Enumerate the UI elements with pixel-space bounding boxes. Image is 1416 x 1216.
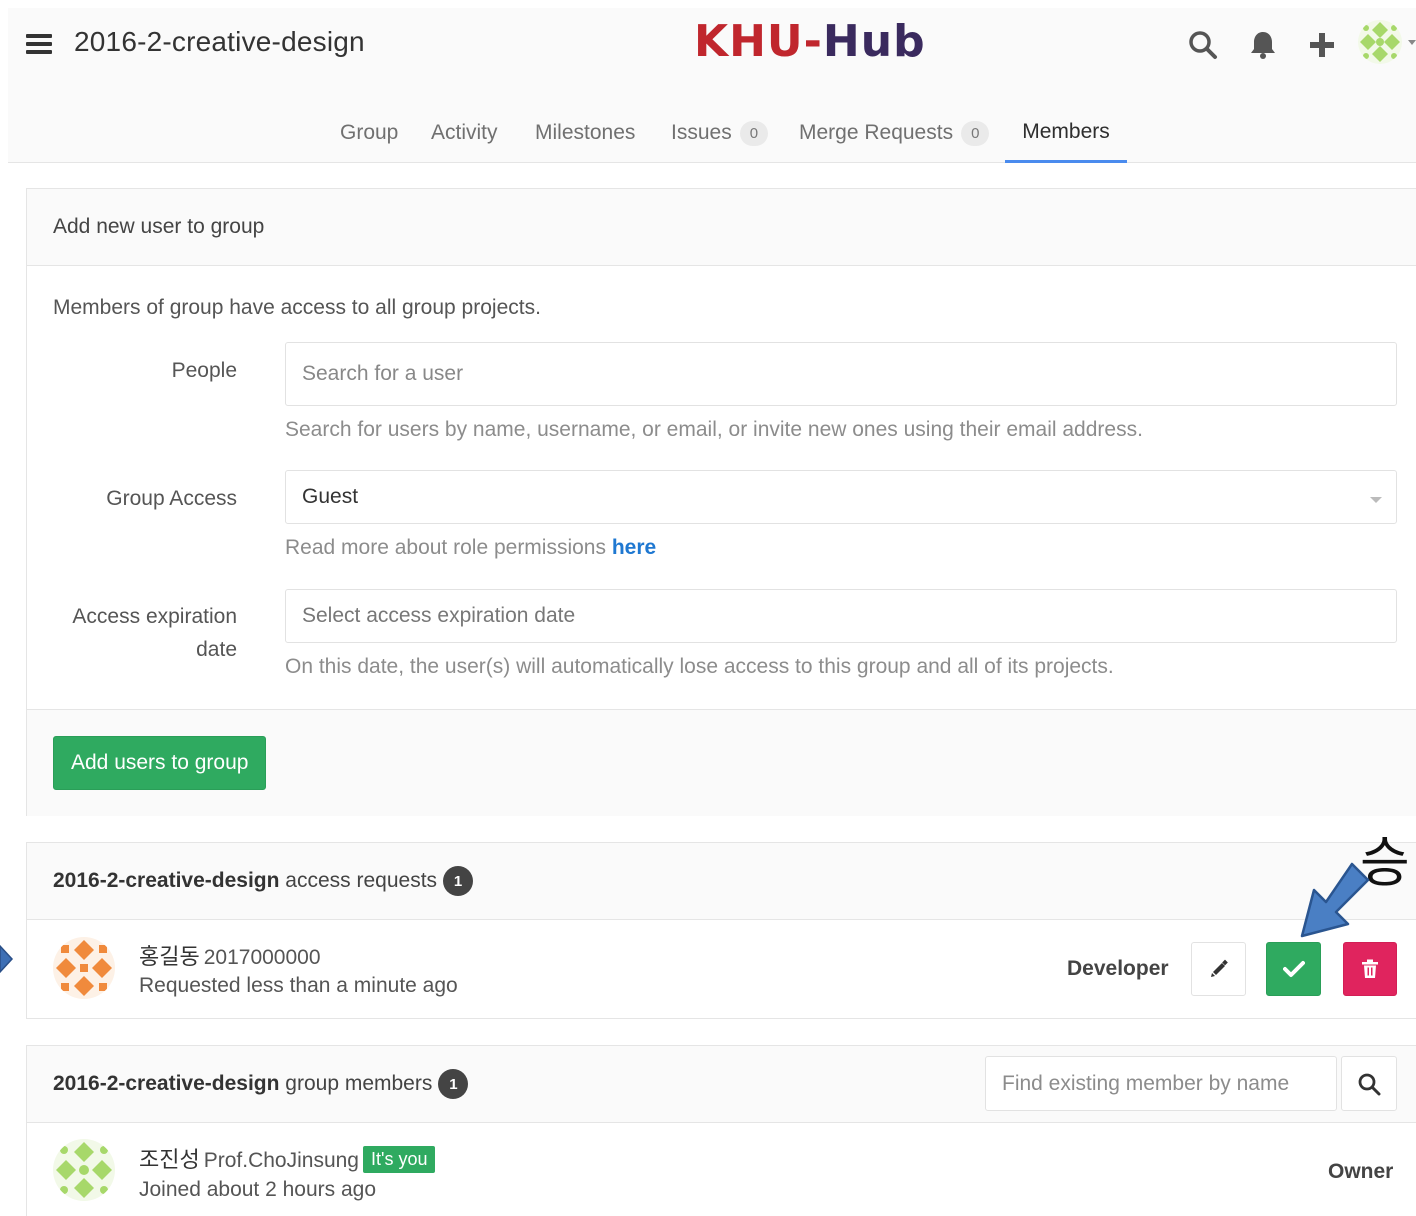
merge-requests-count-badge: 0: [961, 120, 990, 146]
pencil-icon: [1210, 959, 1228, 977]
access-requests-heading: 2016-2-creative-design access requests 1: [27, 843, 1416, 920]
people-label: People: [171, 359, 237, 382]
access-requests-panel: 2016-2-creative-design access requests 1…: [26, 842, 1416, 1019]
group-access-select[interactable]: Guest: [285, 470, 1397, 524]
trash-icon: [1362, 959, 1378, 978]
tab-issues[interactable]: Issues 0: [671, 103, 769, 163]
people-help-text: Search for users by name, username, or e…: [285, 418, 1143, 441]
current-user-avatar[interactable]: [1358, 20, 1402, 64]
chevron-down-icon[interactable]: [1408, 40, 1416, 45]
menu-icon[interactable]: [26, 34, 52, 54]
group-members-panel: 2016-2-creative-design group members 1 F…: [26, 1045, 1416, 1216]
access-expiration-label-line2: date: [196, 638, 237, 661]
access-requests-suffix: access requests: [279, 869, 438, 892]
logo-hub-text: Hub: [822, 16, 926, 67]
list-item: 조진성 Prof.ChoJinsung It's you Joined about …: [27, 1123, 1416, 1216]
search-icon: [1358, 1073, 1381, 1095]
tab-activity[interactable]: Activity: [431, 103, 498, 163]
tab-group[interactable]: Group: [340, 103, 398, 163]
chevron-down-icon: [1370, 497, 1382, 503]
form-footer: Add users to group: [27, 709, 1416, 816]
deny-request-button[interactable]: [1343, 942, 1397, 996]
member-username: Prof.ChoJinsung: [203, 1149, 359, 1172]
group-members-group-name: 2016-2-creative-design: [53, 1072, 280, 1095]
request-time: Requested less than a minute ago: [139, 974, 458, 997]
logo-khu-text: KHU-: [694, 16, 823, 67]
requester-username: 2017000000: [203, 946, 321, 969]
group-nav: Group Activity Milestones Issues 0 Merge…: [8, 103, 1416, 163]
role-permissions-text: Read more about role permissions: [285, 536, 612, 559]
access-expiration-label-line1: Access expiration: [72, 605, 237, 628]
tab-issues-label: Issues: [671, 121, 732, 144]
group-members-heading: 2016-2-creative-design group members 1 F…: [27, 1046, 1416, 1123]
add-users-button[interactable]: Add users to group: [53, 736, 267, 790]
tab-merge-requests[interactable]: Merge Requests 0: [799, 103, 990, 163]
member-role: Owner: [1328, 1160, 1394, 1183]
avatar: [53, 937, 115, 999]
requester-name: 홍길동: [139, 944, 200, 969]
list-item: 홍길동 2017000000 Requested less than a minu…: [27, 920, 1416, 1020]
member-search-button[interactable]: [1341, 1056, 1397, 1111]
its-you-badge: It's you: [363, 1146, 436, 1173]
annotation-arrow-left-icon: [0, 944, 14, 974]
group-access-value: Guest: [302, 485, 359, 508]
member-name-line: 조진성 Prof.ChoJinsung It's you: [139, 1142, 436, 1174]
expiration-help-text: On this date, the user(s) will automatic…: [285, 655, 1114, 678]
group-members-count-badge: 1: [438, 1069, 469, 1099]
member-search-input[interactable]: Find existing member by name: [985, 1056, 1337, 1111]
annotation-arrow-icon: [1300, 862, 1370, 938]
add-user-heading: Add new user to group: [27, 189, 1416, 266]
group-title[interactable]: 2016-2-creative-design: [74, 26, 365, 58]
group-access-intro: Members of group have access to all grou…: [53, 296, 541, 319]
access-requests-count-badge: 1: [443, 866, 474, 896]
check-icon: [1282, 961, 1305, 977]
top-header: 2016-2-creative-design KHU-Hub Group Act…: [8, 8, 1416, 163]
member-joined-time: Joined about 2 hours ago: [139, 1178, 377, 1201]
plus-icon[interactable]: [1305, 28, 1339, 62]
requester-name-line: 홍길동 2017000000: [139, 939, 321, 971]
group-members-suffix: group members: [279, 1072, 433, 1095]
approve-request-button[interactable]: [1266, 942, 1321, 996]
tab-milestones[interactable]: Milestones: [535, 103, 635, 163]
khu-hub-logo[interactable]: KHU-Hub: [694, 16, 926, 67]
expiration-date-input[interactable]: Select access expiration date: [285, 589, 1397, 643]
requested-role: Developer: [1067, 957, 1169, 980]
avatar: [53, 1139, 115, 1201]
tab-merge-requests-label: Merge Requests: [799, 121, 954, 144]
group-access-label: Group Access: [106, 487, 237, 510]
add-user-panel: Add new user to group Members of group h…: [26, 188, 1416, 816]
role-permissions-link[interactable]: here: [612, 536, 656, 559]
member-name: 조진성: [139, 1147, 200, 1172]
role-permissions-help: Read more about role permissions here: [285, 536, 656, 560]
tab-members[interactable]: Members: [1005, 103, 1127, 163]
access-expiration-label: Access expiration date: [72, 600, 237, 666]
issues-count-badge: 0: [739, 120, 769, 146]
user-search-input[interactable]: Search for a user: [285, 342, 1397, 406]
bell-icon[interactable]: [1246, 28, 1280, 62]
access-requests-group-name: 2016-2-creative-design: [53, 869, 280, 892]
search-icon[interactable]: [1186, 28, 1220, 62]
edit-role-button[interactable]: [1191, 942, 1246, 996]
